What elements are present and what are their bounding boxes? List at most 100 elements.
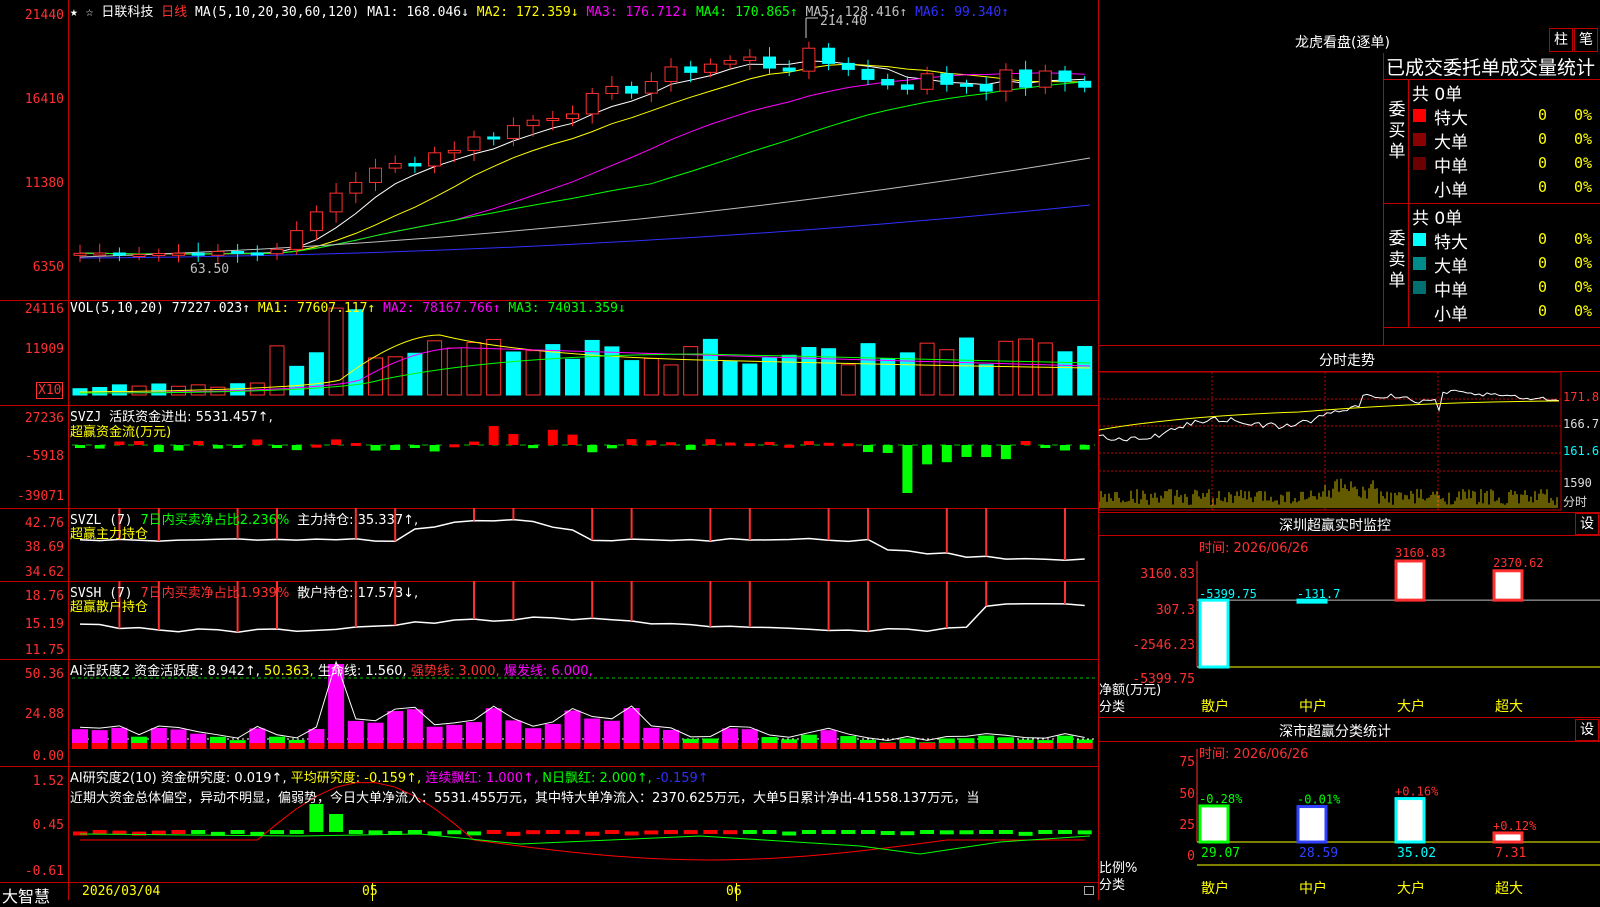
flow-bar	[370, 445, 381, 451]
sz-classify-category: 大户	[1397, 880, 1425, 897]
intraday-panel[interactable]: 分时走势 171.8 166.7 161.6 1590 分时	[1099, 345, 1600, 513]
activity-base	[347, 743, 364, 749]
period-label[interactable]: 日线	[161, 5, 187, 20]
svzl-tick-3: 34.62	[24, 565, 64, 580]
stats-subtitle: 已成交委托单成交量统计	[1386, 57, 1596, 79]
flow-bar	[705, 439, 716, 445]
volume-bar	[486, 338, 502, 396]
high-price-annotation: 214.40	[820, 14, 867, 29]
intraday-tick-2: 166.7	[1563, 417, 1600, 431]
buy-row-name: 中单	[1434, 157, 1468, 177]
svsh-subtitle: 超赢散户持仓	[70, 600, 149, 615]
flow-bar	[311, 444, 322, 448]
sz-classify-bar	[1198, 804, 1230, 844]
buy-total: 共 0单	[1412, 85, 1463, 105]
lock-icon[interactable]	[1084, 886, 1094, 895]
candle-body	[802, 47, 816, 72]
activity-base	[209, 743, 226, 749]
vol-title: VOL(5,10,20)	[70, 301, 164, 316]
date-axis: 大智慧 2026/03/04 05 06	[0, 882, 1098, 906]
flow-bar	[409, 445, 420, 448]
research-bar	[644, 830, 659, 835]
vol-ma1: MA1: 77607.117↑	[257, 301, 376, 316]
sell-row: 大单 0 0%	[1408, 252, 1600, 277]
research-bar	[230, 830, 245, 834]
volume-bar	[722, 361, 738, 396]
stats-table: 已成交委托单成交量统计 委买单 共 0单 特大 0 0% 大单 0 0% 中单 0 0% 小单 0 0…	[1383, 53, 1600, 345]
buy-row-count: 0	[1538, 154, 1548, 172]
sz-classify-tick-1: 75	[1179, 755, 1195, 770]
intraday-price-line	[1099, 389, 1560, 442]
research-bar	[959, 830, 974, 835]
ai-research-panel[interactable]: AI研究度2(10) 资金研究度: 0.019↑, 平均研究度: -0.159↑…	[0, 766, 1098, 882]
sz-monitor-bar-label: -5399.75	[1199, 587, 1257, 601]
color-swatch	[1413, 133, 1426, 146]
candle-body	[585, 92, 599, 115]
sz-classify-tick-3: 25	[1179, 818, 1195, 833]
ai-active-title: AI活跃度2	[70, 664, 130, 679]
sz-classify-value: 29.07	[1201, 846, 1240, 861]
candle-body	[467, 136, 481, 151]
research-bar	[565, 830, 580, 835]
candle-body	[132, 253, 146, 257]
flow-bar	[528, 445, 539, 449]
flow-bar	[961, 445, 972, 457]
volume-bar	[978, 364, 994, 396]
flow-bar	[1000, 445, 1011, 460]
volume-bar	[702, 338, 718, 396]
activity-base	[308, 743, 325, 749]
candle-body	[861, 68, 875, 80]
buy-row-pct: 0%	[1574, 178, 1593, 196]
volume-panel[interactable]: VOL(5,10,20) 77227.023↑ MA1: 77607.117↑ …	[0, 300, 1098, 406]
activity-base	[1076, 743, 1093, 749]
flow-bar	[725, 442, 736, 446]
activity-base	[820, 743, 837, 749]
activity-base	[722, 743, 739, 749]
month-06: 06	[726, 884, 742, 899]
longhu-panel: 龙虎看盘(逐单) 柱 笔 已成交委托单成交量统计 委买单 共 0单 特大 0 0% 大…	[1099, 0, 1600, 345]
ai-research-tick-1: 1.52	[32, 774, 64, 789]
activity-base	[249, 743, 266, 749]
ai-research-b: 平均研究度: -0.159↑,	[290, 771, 422, 786]
activity-base	[564, 743, 581, 749]
research-bar	[683, 830, 698, 835]
candle-body	[349, 181, 363, 194]
price-panel[interactable]: ★ ☆ 日联科技 日线 MA(5,10,20,30,60,120) MA1: 1…	[0, 0, 1098, 301]
sz-monitor-category: 中户	[1299, 698, 1327, 715]
ai-research-d: N日飘红: 2.000↑,	[542, 771, 652, 786]
sz-classify-bar	[1394, 797, 1426, 844]
sell-row-name: 大单	[1434, 257, 1468, 277]
sz-monitor-panel[interactable]: 深圳超赢实时监控 设 -5399.75 散户 -131.7 中户 3160.83 大户 23…	[1099, 511, 1600, 718]
volume-bar	[427, 340, 443, 396]
flow-bar	[1040, 445, 1051, 448]
sz-classify-category: 散户	[1201, 880, 1229, 897]
ai-active-panel[interactable]: AI活跃度2 资金活跃度: 8.942↑, 50.363, 生命线: 1.560…	[0, 659, 1098, 767]
svzj-panel[interactable]: SVZJ 活跃资金进出: 5531.457↑, 超赢资金流(万元) 27236 …	[0, 405, 1098, 509]
svzl-ratio: 7日内买卖净占比2.236%	[140, 513, 290, 528]
flow-bar	[232, 445, 243, 448]
sz-classify-change: -0.28%	[1199, 792, 1243, 806]
bar-mode-button[interactable]: 柱	[1549, 28, 1573, 52]
research-bar	[939, 830, 954, 835]
svzl-panel[interactable]: SVZL (7) 7日内买卖净占比2.236% 主力持仓: 35.337↑, 超…	[0, 508, 1098, 582]
buy-row: 中单 0 0%	[1408, 152, 1600, 177]
month-divider	[736, 883, 737, 901]
flow-bar	[646, 440, 657, 445]
research-bar	[171, 830, 186, 834]
candle-body	[940, 73, 954, 85]
svsh-panel[interactable]: SVSH (7) 7日内买卖净占比1.939% 散户持仓: 17.573↓, 超…	[0, 581, 1098, 660]
sz-classify-panel[interactable]: 深市超赢分类统计 设 -0.28% 29.07 散户 -0.01% 28.59 中户 +0.…	[1099, 717, 1600, 900]
star-icon[interactable]: ★ ☆	[70, 5, 93, 20]
candle-body	[605, 85, 619, 94]
candle-body	[900, 84, 914, 90]
svzl-tick-2: 38.69	[24, 540, 64, 555]
volume-bar	[959, 337, 974, 396]
pen-mode-button[interactable]: 笔	[1574, 28, 1598, 52]
research-bar	[92, 830, 107, 834]
buy-row-pct: 0%	[1574, 106, 1593, 124]
volume-bar	[840, 364, 856, 396]
research-bar	[506, 831, 521, 836]
volume-bar	[151, 383, 167, 396]
activity-base	[800, 743, 817, 749]
candle-body	[93, 252, 107, 256]
